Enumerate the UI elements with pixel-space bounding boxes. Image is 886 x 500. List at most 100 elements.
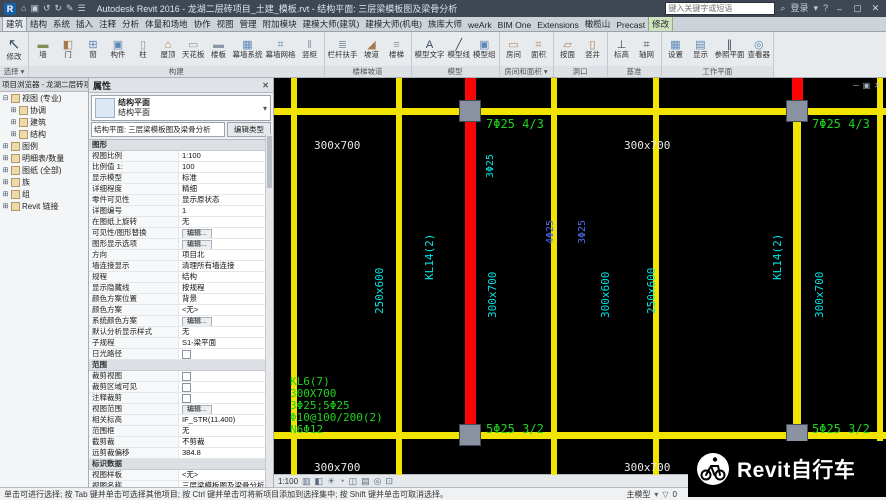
property-value[interactable]: 1:100 [179,151,266,161]
ribbon-button-7-1[interactable]: ⊥标高 [610,39,634,59]
ribbon-tab-7[interactable]: 体量和场地 [142,17,191,31]
close-icon[interactable]: ✕ [262,81,269,90]
property-value[interactable]: 384.8 [179,448,266,458]
selected-beam[interactable] [465,78,476,435]
search-input[interactable] [665,2,775,15]
ribbon-button-5-2[interactable]: ⌗面积 [527,39,551,59]
modify-icon[interactable]: ✎ [66,4,74,13]
ribbon-button-3-1[interactable]: ≣栏杆扶手 [327,39,359,59]
ribbon-button-1-1[interactable]: ↖修改 [2,37,26,61]
ribbon-tab-8[interactable]: 协作 [191,17,214,31]
ribbon-button-4-1[interactable]: A模型文字 [414,39,446,59]
tree-expander-icon[interactable]: ⊞ [10,119,17,126]
tree-expander-icon[interactable]: ⊞ [10,131,17,138]
property-value[interactable]: <无> [179,470,266,480]
property-value[interactable]: 结构 [179,272,266,282]
ribbon-tab-18[interactable]: 橄榄山 [582,17,614,31]
property-value[interactable]: 项目北 [179,250,266,260]
tree-expander-icon[interactable]: ⊞ [2,191,9,198]
open-icon[interactable]: ⌂ [21,4,26,13]
ribbon-tab-11[interactable]: 附加模块 [260,17,300,31]
ribbon-tab-9[interactable]: 视图 [214,17,237,31]
property-value[interactable]: 精细 [179,184,266,194]
shadows-icon[interactable]: ◔ [339,477,344,486]
property-value[interactable]: 编辑... [179,404,266,414]
property-value[interactable]: 显示原状态 [179,195,266,205]
property-value[interactable]: 按规程 [179,283,266,293]
active-model-label[interactable]: 主模型 [626,489,650,500]
ribbon-tab-10[interactable]: 管理 [237,17,260,31]
ribbon-button-2-10[interactable]: ⌗幕墙网格 [265,39,297,59]
browser-tree-item-4[interactable]: ⊞结构 [0,128,88,140]
browser-tree-item-1[interactable]: ⊟视图 (专业) [0,92,88,104]
beam[interactable] [396,78,402,475]
ribbon-button-2-2[interactable]: ◧门 [56,39,80,59]
view-scale[interactable]: 1:100 [278,477,298,486]
ribbon-button-2-5[interactable]: ▯柱 [131,39,155,59]
ribbon-button-2-9[interactable]: ▦幕墙系统 [232,39,264,59]
instance-selector[interactable]: 结构平面: 三层梁模板图及梁骨分析 [91,122,225,137]
detail-level-icon[interactable]: ▥ [302,477,311,486]
browser-tree-item-3[interactable]: ⊞建筑 [0,116,88,128]
ribbon-button-8-1[interactable]: ▦设置 [664,39,688,59]
tree-expander-icon[interactable]: ⊞ [2,167,9,174]
tree-expander-icon[interactable]: ⊟ [2,95,9,102]
ribbon-button-7-2[interactable]: ⌗轴网 [635,39,659,59]
chevron-down-icon[interactable]: ▾ [813,4,818,13]
ribbon-button-8-4[interactable]: ◎查看器 [747,39,772,59]
maximize-button[interactable]: ▢ [851,3,864,14]
ribbon-tab-13[interactable]: 建模大师(机电) [362,17,425,31]
type-selector[interactable]: 结构平面 结构平面 ▾ [91,95,271,121]
ribbon-button-2-3[interactable]: ⊞窗 [81,39,105,59]
edit-button[interactable]: 编辑... [182,405,212,414]
ribbon-tab-12[interactable]: 建模大师(建筑) [300,17,363,31]
property-value[interactable]: 清理所有墙连接 [179,261,266,271]
ribbon-tab-6[interactable]: 分析 [119,17,142,31]
ribbon-button-2-6[interactable]: ⌂屋顶 [156,39,180,59]
ribbon-tab-1[interactable]: 建筑 [2,17,27,31]
view-minimize-icon[interactable]: ─ [853,81,859,90]
property-group-header[interactable]: 标识数据 [89,459,266,470]
edit-button[interactable]: 编辑... [182,240,212,249]
checkbox[interactable] [182,372,191,381]
ribbon-button-3-2[interactable]: ◢坡道 [360,39,384,59]
ribbon-tab-15[interactable]: weArk [465,19,495,31]
column-block[interactable] [786,100,808,122]
property-value[interactable]: 不剪裁 [179,437,266,447]
property-group-header[interactable]: 范围 [89,360,266,371]
browser-tree-item-5[interactable]: ⊞图例 [0,140,88,152]
property-value[interactable] [179,382,266,392]
minimize-button[interactable]: – [833,4,846,14]
ribbon-tab-17[interactable]: Extensions [534,19,582,31]
ribbon-tab-20[interactable]: 修改 [648,17,673,31]
signin-label[interactable]: 登录 [790,4,808,13]
property-value[interactable]: 编辑... [179,239,266,249]
property-value[interactable]: S1-梁平面 [179,338,266,348]
sun-path-icon[interactable]: ☀ [327,477,335,486]
ribbon-button-8-3[interactable]: ∥参照平面 [714,39,746,59]
ribbon-button-2-7[interactable]: ▭天花板 [181,39,206,59]
crop-view-icon[interactable]: ◫ [349,477,358,486]
property-value[interactable]: 无 [179,217,266,227]
edit-button[interactable]: 编辑... [182,317,212,326]
property-value[interactable]: 100 [179,162,266,172]
redo-icon[interactable]: ↻ [55,4,63,13]
ribbon-tab-2[interactable]: 结构 [27,17,50,31]
menu-icon[interactable]: ☰ [78,4,86,13]
drawing-area[interactable]: 7Φ25 4/37Φ25 4/3300x700300x700300x700300… [274,78,886,487]
ribbon-button-3-3[interactable]: ≡楼梯 [385,39,409,59]
isolate-icon[interactable]: ⊡ [385,477,393,486]
ribbon-tab-3[interactable]: 系统 [50,17,73,31]
tree-expander-icon[interactable]: ⊞ [2,179,9,186]
crop-region-icon[interactable]: ▤ [361,477,370,486]
reveal-hidden-icon[interactable]: ◎ [374,477,382,486]
filter-icon[interactable]: ▽ [662,490,668,499]
beam[interactable] [877,78,883,475]
browser-tree-item-9[interactable]: ⊞组 [0,188,88,200]
properties-scrollbar[interactable] [265,134,273,487]
ribbon-button-2-4[interactable]: ▣构件 [106,39,130,59]
tree-expander-icon[interactable]: ⊞ [2,155,9,162]
property-value[interactable]: <无> [179,305,266,315]
ribbon-button-2-1[interactable]: ▬墙 [31,39,55,59]
property-value[interactable]: 无 [179,426,266,436]
